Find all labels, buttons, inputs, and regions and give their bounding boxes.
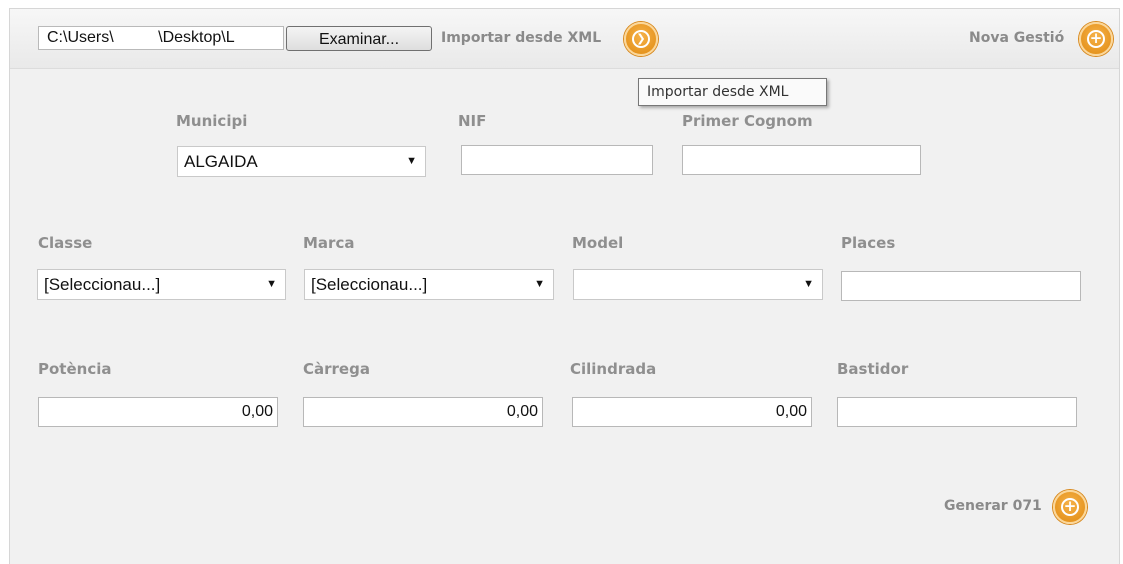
import-xml-link[interactable]: Importar desde XML xyxy=(441,30,601,46)
cilindrada-label: Cilindrada xyxy=(570,360,657,378)
file-path-field[interactable]: C:\Users\ \Desktop\L xyxy=(38,26,284,50)
potencia-field[interactable]: 0,00 xyxy=(38,397,278,427)
generate-071-link[interactable]: Generar 071 xyxy=(944,498,1042,514)
municipi-select[interactable]: ALGAIDA ▼ xyxy=(177,146,426,177)
plus-circle-icon[interactable]: + xyxy=(1079,22,1113,56)
chevron-down-icon: ▼ xyxy=(803,278,814,290)
nif-field[interactable] xyxy=(461,145,653,175)
classe-value: [Seleccionau...] xyxy=(44,275,161,294)
cilindrada-field[interactable]: 0,00 xyxy=(572,397,812,427)
marca-value: [Seleccionau...] xyxy=(311,275,428,294)
primer-cognom-label: Primer Cognom xyxy=(682,112,813,130)
marca-select[interactable]: [Seleccionau...] ▼ xyxy=(304,269,554,300)
import-tooltip: Importar desde XML xyxy=(638,78,827,106)
marca-label: Marca xyxy=(303,234,355,252)
model-select[interactable]: ▼ xyxy=(573,269,823,300)
carrega-field[interactable]: 0,00 xyxy=(303,397,543,427)
bastidor-label: Bastidor xyxy=(837,360,909,378)
chevron-down-icon: ▼ xyxy=(534,278,545,290)
classe-select[interactable]: [Seleccionau...] ▼ xyxy=(37,269,286,300)
places-field[interactable] xyxy=(841,271,1081,301)
new-management-link[interactable]: Nova Gestió xyxy=(969,30,1064,46)
bastidor-field[interactable] xyxy=(837,397,1077,427)
primer-cognom-field[interactable] xyxy=(682,145,921,175)
model-label: Model xyxy=(572,234,624,252)
toolbar: C:\Users\ \Desktop\L Examinar... Importa… xyxy=(10,9,1119,69)
arrow-right-circle-icon[interactable]: ❯ xyxy=(624,22,658,56)
municipi-value: ALGAIDA xyxy=(184,152,258,171)
browse-button[interactable]: Examinar... xyxy=(286,26,432,51)
chevron-down-icon: ▼ xyxy=(266,278,277,290)
classe-label: Classe xyxy=(38,234,93,252)
municipi-label: Municipi xyxy=(176,112,248,130)
form-panel: C:\Users\ \Desktop\L Examinar... Importa… xyxy=(9,8,1120,564)
potencia-label: Potència xyxy=(38,360,112,378)
nif-label: NIF xyxy=(458,112,487,130)
places-label: Places xyxy=(841,234,896,252)
plus-circle-icon[interactable]: + xyxy=(1053,490,1087,524)
carrega-label: Càrrega xyxy=(303,360,370,378)
chevron-down-icon: ▼ xyxy=(406,155,417,167)
